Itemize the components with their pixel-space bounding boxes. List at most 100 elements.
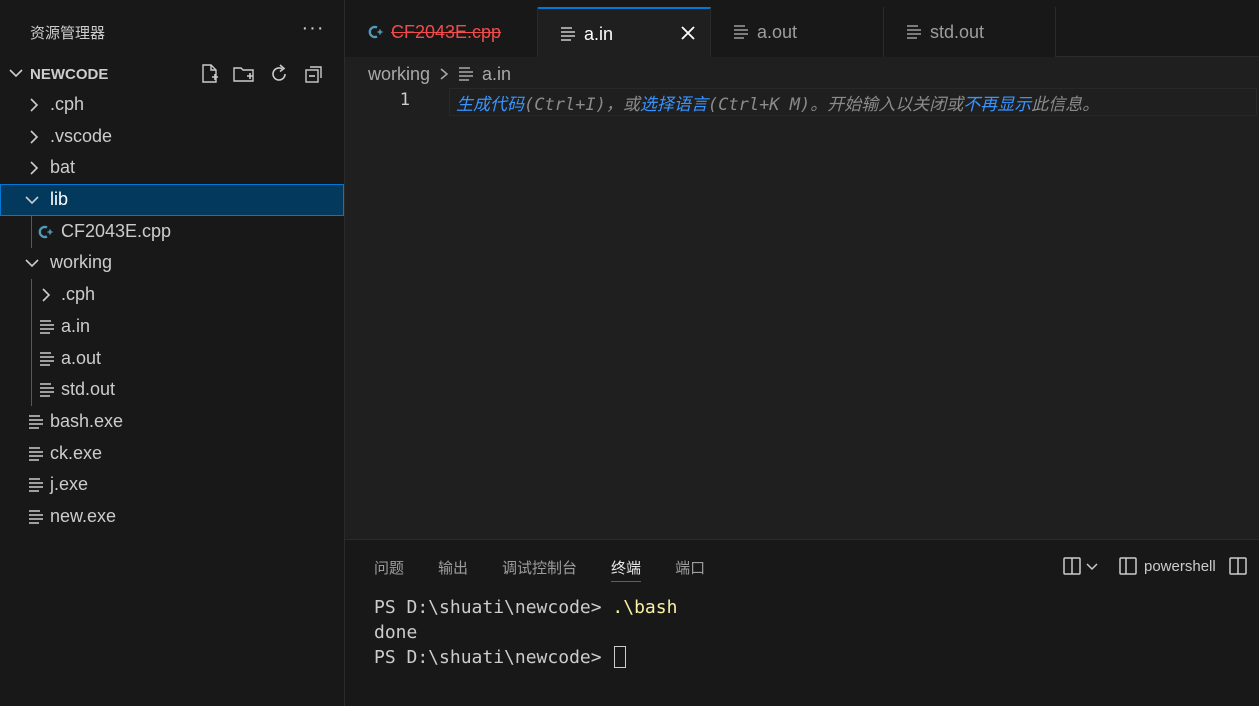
tree-item-label: bat — [50, 157, 76, 178]
terminal-prompt: PS D:\shuati\newcode> — [374, 597, 613, 618]
file-lines-icon — [459, 67, 474, 81]
bottom-panel: 问题 输出 调试控制台 终端 端口 powershell PS D:\shuat… — [345, 539, 1259, 706]
tree-item-label: new.exe — [50, 505, 117, 526]
chevron-right-icon — [30, 161, 39, 175]
tree-item-label: .cph — [61, 284, 96, 305]
terminal-shell-selector[interactable]: powershell — [1118, 556, 1216, 576]
file-lines-icon — [29, 415, 43, 429]
tab-std-out[interactable]: std.out — [884, 7, 1056, 57]
tree-item-lib[interactable]: lib — [0, 184, 344, 216]
tab-problems[interactable]: 问题 — [374, 554, 404, 582]
file-tree: .cph .vscode bat lib CF2043E.cpp working… — [0, 89, 344, 533]
tree-item-cf2043e-cpp[interactable]: CF2043E.cpp — [0, 216, 344, 248]
tree-item-cph[interactable]: .cph — [0, 89, 344, 121]
tree-item-label: std.out — [61, 379, 116, 400]
tree-item-std-out[interactable]: std.out — [0, 374, 344, 406]
tab-cf2043e-cpp[interactable]: CF2043E.cpp — [345, 7, 538, 57]
explorer-sidebar: 资源管理器 ··· NEWCODE .cph .vscode bat lib C… — [0, 0, 345, 706]
tree-item-new-exe[interactable]: new.exe — [0, 501, 344, 533]
chevron-right-icon — [42, 288, 51, 302]
hint-text: 此信息。 — [1031, 95, 1100, 115]
tab-a-in[interactable]: a.in — [538, 7, 711, 57]
chevron-right-icon — [30, 130, 39, 144]
new-file-icon[interactable] — [196, 61, 222, 87]
generate-code-link[interactable]: 生成代码 — [456, 95, 524, 115]
explorer-title: 资源管理器 — [30, 25, 106, 42]
chevron-down-icon — [25, 196, 39, 205]
hint-text: (Ctrl+K M)。开始输入以关闭或 — [707, 95, 964, 115]
tree-item-vscode[interactable]: .vscode — [0, 121, 344, 153]
new-folder-icon[interactable] — [231, 61, 257, 87]
workspace-name: NEWCODE — [30, 66, 109, 83]
tree-item-label: .cph — [50, 94, 85, 114]
tab-debug-console[interactable]: 调试控制台 — [502, 554, 577, 582]
breadcrumb: working a.in — [368, 63, 511, 85]
tree-item-label: lib — [50, 189, 69, 210]
chevron-right-icon — [440, 68, 449, 80]
dont-show-again-link[interactable]: 不再显示 — [963, 95, 1031, 115]
explorer-actions — [196, 60, 327, 88]
tree-item-label: working — [50, 252, 113, 273]
file-lines-icon — [561, 27, 575, 41]
file-lines-icon — [907, 25, 921, 39]
tab-ports[interactable]: 端口 — [675, 554, 705, 582]
file-lines-icon — [29, 510, 43, 524]
split-terminal-icon[interactable] — [1062, 556, 1082, 576]
tree-item-working-cph[interactable]: .cph — [0, 279, 344, 311]
tree-item-label: a.out — [61, 347, 102, 368]
tree-item-a-in[interactable]: a.in — [0, 311, 344, 343]
tree-item-label: CF2043E.cpp — [61, 220, 172, 241]
terminal-output[interactable]: PS D:\shuati\newcode> .\bash done PS D:\sh… — [374, 595, 677, 670]
panel-actions: powershell — [1062, 554, 1248, 578]
terminal-line: PS D:\shuati\newcode> — [374, 645, 677, 670]
workspace-section-header[interactable]: NEWCODE — [0, 60, 344, 88]
terminal-command: .\bash — [612, 597, 678, 618]
cpp-icon — [38, 225, 53, 238]
line-number: 1 — [399, 90, 410, 110]
file-lines-icon — [40, 351, 54, 366]
explorer-header: 资源管理器 ··· — [0, 0, 344, 64]
terminal-cursor[interactable] — [614, 646, 627, 668]
file-lines-icon — [29, 446, 43, 461]
file-lines-icon — [40, 383, 54, 397]
tree-item-bat[interactable]: bat — [0, 152, 344, 184]
tab-a-out[interactable]: a.out — [711, 7, 884, 57]
terminal-line: PS D:\shuati\newcode> .\bash — [374, 595, 677, 620]
tree-item-label: bash.exe — [50, 410, 124, 431]
tree-item-label: ck.exe — [50, 442, 103, 463]
breadcrumb-file[interactable]: a.in — [482, 64, 511, 85]
tree-item-ck-exe[interactable]: ck.exe — [0, 438, 344, 470]
editor-tabs: CF2043E.cpp a.in a.out std.out — [345, 0, 1259, 57]
panel-tabs: 问题 输出 调试控制台 终端 端口 — [374, 554, 705, 582]
tab-label: CF2043E.cpp — [391, 22, 502, 42]
terminal-prompt: PS D:\shuati\newcode> — [374, 647, 613, 668]
tab-label: a.out — [757, 22, 798, 42]
refresh-icon[interactable] — [266, 61, 292, 87]
file-lines-icon — [40, 320, 54, 334]
more-actions-icon[interactable]: ··· — [300, 18, 326, 44]
tab-terminal[interactable]: 终端 — [611, 554, 642, 582]
shell-name: powershell — [1144, 557, 1216, 575]
tree-item-label: .vscode — [50, 125, 113, 146]
file-lines-icon — [29, 478, 43, 493]
hint-text: (Ctrl+I)，或 — [524, 95, 640, 115]
tab-output[interactable]: 输出 — [438, 554, 468, 582]
tab-label: a.in — [584, 24, 614, 44]
collapse-all-icon[interactable] — [301, 61, 327, 87]
tree-item-working[interactable]: working — [0, 247, 344, 279]
tree-item-j-exe[interactable]: j.exe — [0, 469, 344, 501]
chevron-down-icon[interactable] — [1086, 560, 1098, 572]
tree-item-a-out[interactable]: a.out — [0, 343, 344, 375]
breadcrumb-folder[interactable]: working — [368, 64, 430, 85]
chevron-down-icon — [25, 259, 39, 268]
terminal-line: done — [374, 622, 418, 643]
layout-icon[interactable] — [1228, 556, 1248, 576]
chevron-right-icon — [30, 98, 39, 112]
file-lines-icon — [734, 25, 748, 39]
tree-item-label: j.exe — [50, 474, 89, 495]
tree-item-bash-exe[interactable]: bash.exe — [0, 406, 344, 438]
select-language-link[interactable]: 选择语言 — [640, 95, 708, 115]
tree-item-label: a.in — [61, 315, 91, 336]
cpp-icon — [368, 25, 383, 39]
close-icon[interactable] — [678, 23, 698, 43]
